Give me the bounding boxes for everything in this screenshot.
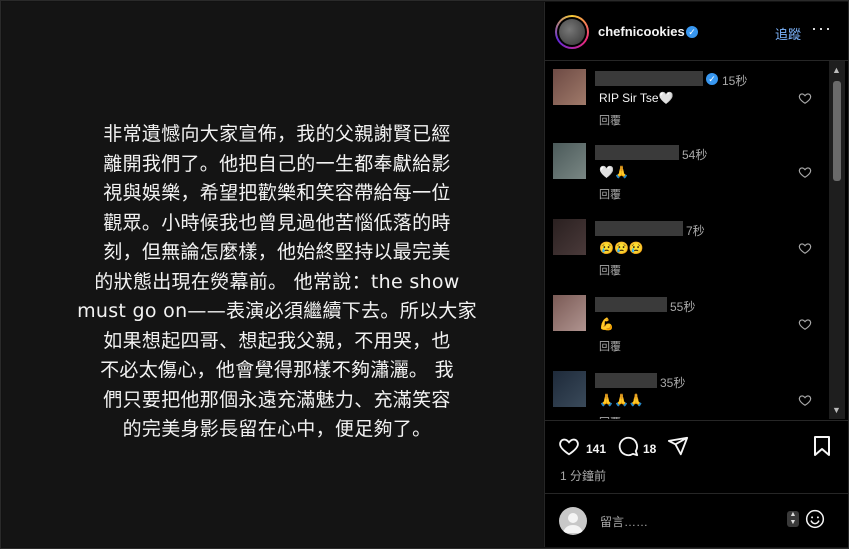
emoji-icon[interactable] (805, 509, 825, 529)
scroll-up-icon[interactable]: ▲ (832, 65, 841, 75)
commenter-username-redacted[interactable] (595, 145, 679, 160)
reply-button[interactable]: 回覆 (599, 338, 621, 354)
comments-panel: chefnicookies ✓ 追蹤 ··· ✓ 15秒 RIP Sir Tse🤍 回… (544, 2, 848, 547)
story-post-area: 非常遺憾向大家宣佈，我的父親謝賢已經 離開我們了。他把自己的一生都奉獻給影 視與… (2, 2, 543, 547)
comments-scrollbar[interactable]: ▲ ▼ (829, 61, 845, 419)
user-avatar (559, 507, 587, 535)
scroll-thumb[interactable] (833, 81, 841, 181)
verified-badge-icon: ✓ (706, 73, 718, 85)
reply-button[interactable]: 回覆 (599, 186, 621, 202)
comment-composer: 留言…… ▲ ▼ (545, 493, 848, 548)
commenter-username-redacted[interactable] (595, 297, 667, 312)
comment-time: 54秒 (682, 148, 708, 162)
post-caption: 非常遺憾向大家宣佈，我的父親謝賢已經 離開我們了。他把自己的一生都奉獻給影 視與… (77, 123, 477, 440)
comments-list: ✓ 15秒 RIP Sir Tse🤍 回覆 54秒 🤍🙏 回覆 7秒 😢😢😢 回覆 55秒 💪 回覆 35… (545, 61, 829, 419)
commenter-username-redacted[interactable] (595, 373, 657, 388)
commenter-avatar[interactable] (553, 219, 586, 255)
post-header: chefnicookies ✓ 追蹤 ··· (545, 2, 848, 61)
comment-text: 🙏🙏🙏 (599, 393, 644, 407)
reply-button[interactable]: 回覆 (599, 414, 621, 419)
comment-text: 🤍🙏 (599, 165, 629, 179)
comment-time: 7秒 (686, 224, 705, 238)
comment-like-icon[interactable] (798, 241, 812, 255)
commenter-username-redacted[interactable] (595, 221, 683, 236)
comment-text: RIP Sir Tse🤍 (599, 91, 674, 105)
comment-time: 55秒 (670, 300, 696, 314)
comment-time: 15秒 (722, 74, 748, 88)
comment-count: 18 (643, 442, 657, 456)
default-user-icon (563, 513, 583, 533)
comment-text: 😢😢😢 (599, 241, 644, 255)
comment-item: 55秒 💪 回覆 (545, 291, 829, 367)
commenter-avatar[interactable] (553, 371, 586, 407)
comment-item: ✓ 15秒 RIP Sir Tse🤍 回覆 (545, 65, 829, 141)
profile-avatar[interactable] (555, 15, 589, 49)
profile-photo (559, 19, 585, 45)
follow-button[interactable]: 追蹤 (775, 24, 801, 43)
post-time: 1 分鐘前 (560, 469, 607, 483)
like-heart-icon[interactable] (558, 435, 580, 457)
comment-like-icon[interactable] (798, 165, 812, 179)
like-count: 141 (586, 442, 607, 456)
bookmark-icon[interactable] (812, 435, 832, 457)
comment-input[interactable]: 留言…… (600, 513, 648, 530)
more-options-icon[interactable]: ··· (811, 18, 832, 39)
commenter-avatar[interactable] (553, 295, 586, 331)
comment-item: 7秒 😢😢😢 回覆 (545, 215, 829, 291)
scroll-down-icon[interactable]: ▼ (832, 405, 841, 415)
comment-time: 35秒 (660, 376, 686, 390)
reply-button[interactable]: 回覆 (599, 262, 621, 278)
verified-badge-icon: ✓ (686, 26, 698, 38)
reply-button[interactable]: 回覆 (599, 112, 621, 128)
post-actions: 141 18 1 分鐘前 (545, 420, 848, 493)
comment-like-icon[interactable] (798, 393, 812, 407)
comment-text: 💪 (599, 317, 614, 331)
share-icon[interactable] (667, 435, 689, 457)
comment-like-icon[interactable] (798, 91, 812, 105)
comment-item: 54秒 🤍🙏 回覆 (545, 139, 829, 215)
comment-like-icon[interactable] (798, 317, 812, 331)
commenter-username-redacted[interactable] (595, 71, 703, 86)
input-spinner[interactable]: ▲ ▼ (787, 511, 799, 527)
comment-icon[interactable] (617, 435, 639, 457)
commenter-avatar[interactable] (553, 69, 586, 105)
comment-item: 35秒 🙏🙏🙏 回覆 (545, 367, 829, 419)
username[interactable]: chefnicookies (598, 24, 685, 39)
commenter-avatar[interactable] (553, 143, 586, 179)
